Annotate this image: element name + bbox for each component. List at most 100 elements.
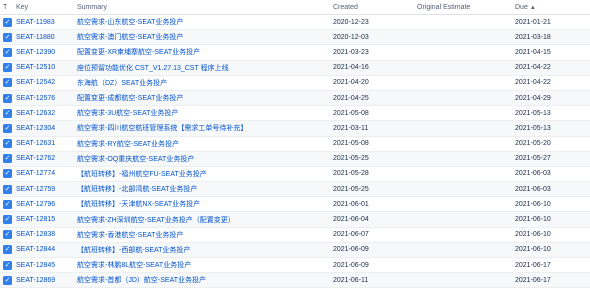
issue-summary-link[interactable]: 【航班转移】-北部湾航-SEAT业务投产 (77, 184, 333, 194)
issue-key-link[interactable]: SEAT-12844 (16, 246, 77, 253)
story-icon[interactable]: ✓ (3, 47, 12, 57)
issue-key-link[interactable]: SEAT-12510 (16, 64, 77, 71)
due-date: 2021-06-10 (515, 200, 551, 208)
issue-key-link[interactable]: SEAT-12542 (16, 79, 77, 86)
created-date: 2021-06-09 (333, 246, 369, 254)
table-row[interactable]: ✓ SEAT-12759 【航班转移】-北部湾航-SEAT业务投产 2021-05-2… (0, 182, 590, 198)
issue-summary-link[interactable]: 配置变更-成都航空-SEAT业务投产 (77, 93, 333, 103)
issue-key-link[interactable]: SEAT-12631 (16, 140, 77, 147)
table-row[interactable]: ✓ SEAT-12845 航空需求-林鹏8L航空-SEAT业务投产 2021-06-0… (0, 258, 590, 274)
story-icon[interactable]: ✓ (3, 63, 12, 73)
story-icon[interactable]: ✓ (3, 260, 12, 270)
issue-summary-link[interactable]: 航空需求-RY航空-SEAT业务投产 (77, 139, 333, 149)
type-cell: ✓ (0, 47, 16, 57)
issue-summary-link[interactable]: 航空需求-林鹏8L航空-SEAT业务投产 (77, 260, 333, 270)
created-date: 2021-05-25 (333, 185, 369, 193)
story-icon[interactable]: ✓ (3, 93, 12, 103)
created-date: 2021-06-01 (333, 200, 369, 208)
issue-key-link[interactable]: SEAT-11880 (16, 34, 77, 41)
story-icon[interactable]: ✓ (3, 230, 12, 240)
issue-summary-link[interactable]: 东海航（DZ）SEAT业务投产 (77, 78, 333, 88)
story-icon[interactable]: ✓ (3, 32, 12, 42)
issue-summary-link[interactable]: 航空需求-ZH深圳航空-SEAT业务投产（配置变更） (77, 215, 333, 225)
issue-summary-link[interactable]: 航空需求-澳门航空-SEAT业务投产 (77, 32, 333, 42)
table-row[interactable]: ✓ SEAT-12390 配置变更-XR柬埔寨航空-SEAT业务投产 2021-03-… (0, 45, 590, 61)
due-date: 2021-05-20 (515, 140, 551, 148)
issue-key-link[interactable]: SEAT-12796 (16, 201, 77, 208)
type-cell: ✓ (0, 139, 16, 149)
issue-summary-link[interactable]: 【航班转移】-福州航空FU-SEAT业务投产 (77, 169, 333, 179)
issue-summary-link[interactable]: 配置变更-XR柬埔寨航空-SEAT业务投产 (77, 47, 333, 57)
table-row[interactable]: ✓ SEAT-12762 航空需求-OQ重庆航空-SEAT业务投产 2021-05-2… (0, 151, 590, 167)
issue-summary-link[interactable]: 航空需求-四川航空航班管理系统【需求工单号待补充】 (77, 123, 333, 133)
issue-key-link[interactable]: SEAT-12845 (16, 262, 77, 269)
type-cell: ✓ (0, 63, 16, 73)
story-icon[interactable]: ✓ (3, 169, 12, 179)
column-header-key[interactable]: Key (16, 4, 77, 11)
table-row[interactable]: ✓ SEAT-12304 航空需求-四川航空航班管理系统【需求工单号待补充】 2021… (0, 121, 590, 137)
table-row[interactable]: ✓ SEAT-12796 【航班转移】-天津航NX-SEAT业务投产 2021-06-… (0, 197, 590, 213)
table-row[interactable]: ✓ SEAT-12542 东海航（DZ）SEAT业务投产 2021-04-20 2021… (0, 76, 590, 91)
story-icon[interactable]: ✓ (3, 108, 12, 118)
issue-summary-link[interactable]: 座位预留功能优化 CST_V1.27.13_CST 程序上线 (77, 63, 333, 73)
table-row[interactable]: ✓ SEAT-12838 航空需求-香港航空-SEAT业务投产 2021-06-07 2… (0, 228, 590, 243)
table-header: T Key Summary Created Original Estimate … (0, 0, 590, 15)
arrow-up-icon[interactable]: ▲ (530, 5, 536, 11)
story-icon[interactable]: ✓ (3, 78, 12, 88)
type-cell: ✓ (0, 215, 16, 225)
due-date: 2021-06-10 (515, 216, 551, 224)
created-date: 2021-06-09 (333, 261, 369, 269)
story-icon[interactable]: ✓ (3, 184, 12, 194)
issue-key-link[interactable]: SEAT-11983 (16, 19, 77, 26)
issue-summary-link[interactable]: 航空需求-3U航空-SEAT业务投产 (77, 108, 333, 118)
column-header-due[interactable]: Due (515, 4, 528, 11)
column-header-original-estimate[interactable]: Original Estimate (417, 4, 515, 11)
due-date: 2021-04-22 (515, 64, 551, 72)
issue-key-link[interactable]: SEAT-12762 (16, 155, 77, 162)
table-row[interactable]: ✓ SEAT-12510 座位预留功能优化 CST_V1.27.13_CST 程序上… (0, 60, 590, 76)
issue-summary-link[interactable]: 航空需求-首都（JD）航空-SEAT业务投产 (77, 275, 333, 285)
story-icon[interactable]: ✓ (3, 199, 12, 209)
created-date: 2021-05-28 (333, 170, 369, 178)
created-date: 2021-05-08 (333, 140, 369, 148)
table-row[interactable]: ✓ SEAT-12631 航空需求-RY航空-SEAT业务投产 2021-05-08 2… (0, 137, 590, 152)
story-icon[interactable]: ✓ (3, 215, 12, 225)
type-cell: ✓ (0, 260, 16, 270)
issue-key-link[interactable]: SEAT-12632 (16, 110, 77, 117)
story-icon[interactable]: ✓ (3, 139, 12, 149)
story-icon[interactable]: ✓ (3, 17, 12, 27)
table-row[interactable]: ✓ SEAT-11880 航空需求-澳门航空-SEAT业务投产 2020-12-03 2… (0, 30, 590, 46)
issue-key-link[interactable]: SEAT-12869 (16, 277, 77, 284)
issue-summary-link[interactable]: 【航班转移】-天津航NX-SEAT业务投产 (77, 199, 333, 209)
issue-key-link[interactable]: SEAT-12304 (16, 125, 77, 132)
issue-key-link[interactable]: SEAT-12390 (16, 49, 77, 56)
issue-summary-link[interactable]: 航空需求-香港航空-SEAT业务投产 (77, 230, 333, 240)
issue-summary-link[interactable]: 航空需求-OQ重庆航空-SEAT业务投产 (77, 154, 333, 164)
table-row[interactable]: ✓ SEAT-12844 【航班转移】-西部航-SEAT业务投产 2021-06-09… (0, 242, 590, 258)
issue-key-link[interactable]: SEAT-12815 (16, 216, 77, 223)
type-cell: ✓ (0, 17, 16, 27)
due-date: 2021-06-17 (515, 261, 551, 269)
table-row[interactable]: ✓ SEAT-12869 航空需求-首都（JD）航空-SEAT业务投产 2021-06… (0, 273, 590, 289)
story-icon[interactable]: ✓ (3, 154, 12, 164)
issue-summary-link[interactable]: 【航班转移】-西部航-SEAT业务投产 (77, 245, 333, 255)
column-header-type[interactable]: T (0, 4, 16, 11)
due-date: 2021-01-21 (515, 18, 551, 26)
issue-summary-link[interactable]: 航空需求-山东航空-SEAT业务投产 (77, 17, 333, 27)
table-row[interactable]: ✓ SEAT-12815 航空需求-ZH深圳航空-SEAT业务投产（配置变更） 202… (0, 212, 590, 228)
issue-key-link[interactable]: SEAT-12576 (16, 95, 77, 102)
issue-key-link[interactable]: SEAT-12774 (16, 170, 77, 177)
column-header-summary[interactable]: Summary (77, 4, 333, 11)
story-icon[interactable]: ✓ (3, 123, 12, 133)
story-icon[interactable]: ✓ (3, 245, 12, 255)
issue-key-link[interactable]: SEAT-12759 (16, 186, 77, 193)
table-row[interactable]: ✓ SEAT-12576 配置变更-成都航空-SEAT业务投产 2021-04-25 2… (0, 90, 590, 107)
issue-key-link[interactable]: SEAT-12838 (16, 231, 77, 238)
story-icon[interactable]: ✓ (3, 275, 12, 285)
column-header-due-wrapper[interactable]: Due ▲ (515, 4, 579, 11)
created-date: 2021-04-25 (333, 94, 369, 102)
table-row[interactable]: ✓ SEAT-11983 航空需求-山东航空-SEAT业务投产 2020-12-23 2… (0, 15, 590, 31)
table-row[interactable]: ✓ SEAT-12774 【航班转移】-福州航空FU-SEAT业务投产 2021-05… (0, 167, 590, 183)
table-row[interactable]: ✓ SEAT-12632 航空需求-3U航空-SEAT业务投产 2021-05-08 2… (0, 106, 590, 122)
column-header-created[interactable]: Created (333, 4, 417, 11)
